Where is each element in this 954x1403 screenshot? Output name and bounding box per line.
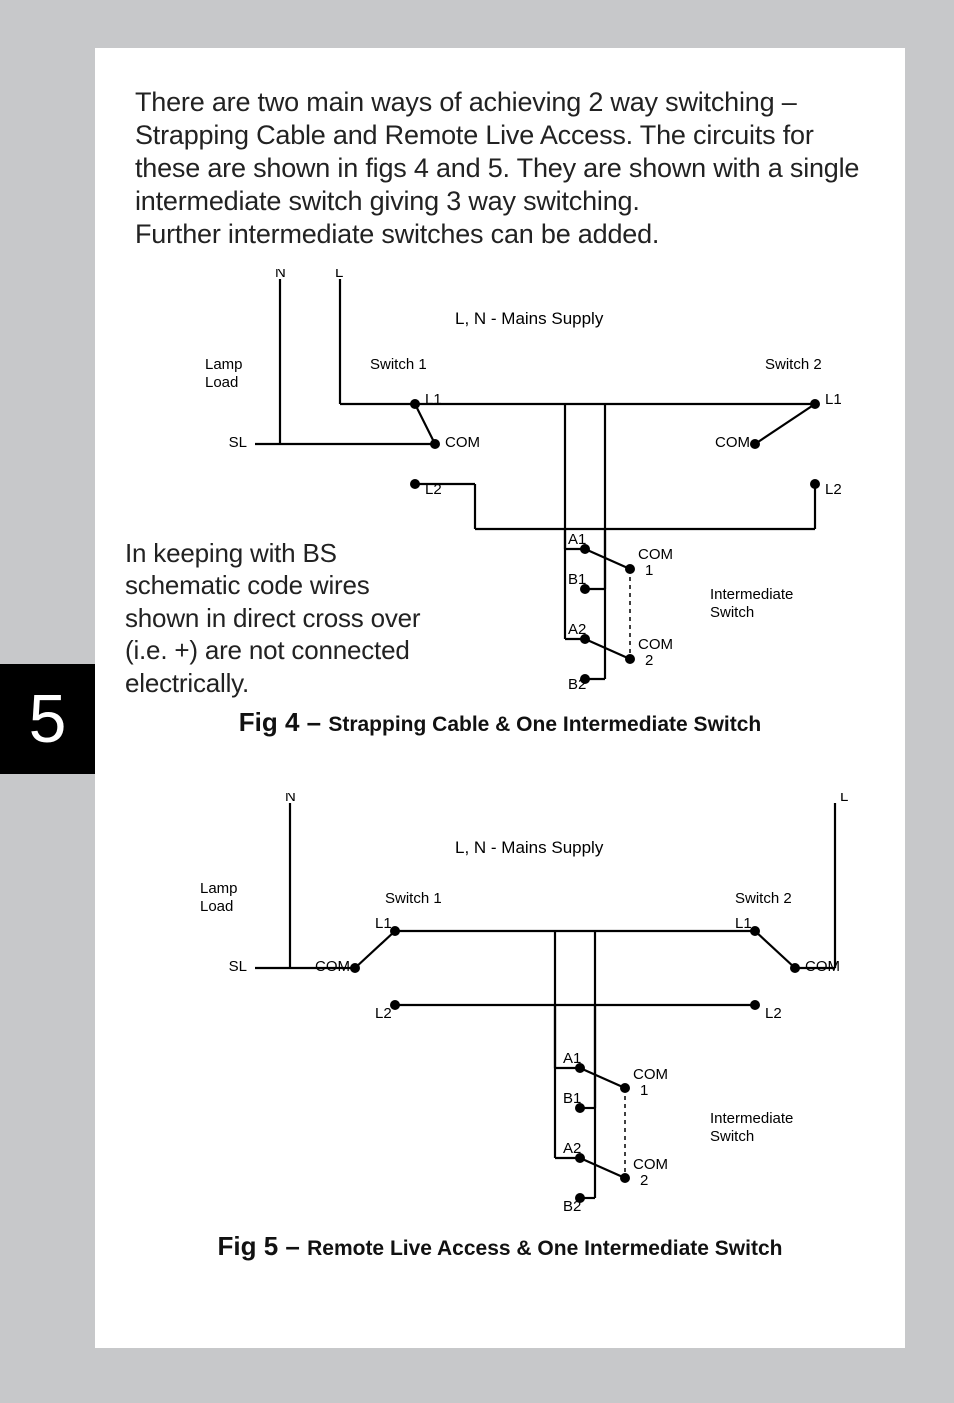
intro-text: There are two main ways of achieving 2 w… bbox=[135, 86, 865, 251]
svg-text:COM: COM bbox=[633, 1156, 668, 1173]
svg-text:N: N bbox=[285, 793, 296, 805]
svg-text:Switch 2: Switch 2 bbox=[765, 356, 822, 373]
page-number-tab: 5 bbox=[0, 664, 95, 774]
svg-text:L2: L2 bbox=[765, 1005, 782, 1022]
svg-text:B1: B1 bbox=[563, 1090, 581, 1107]
svg-text:L1: L1 bbox=[735, 915, 752, 932]
svg-text:L, N - Mains Supply: L, N - Mains Supply bbox=[455, 838, 604, 857]
figure-5-svg: N L L, N - Mains Supply Lamp Load SL Swi… bbox=[135, 793, 865, 1223]
svg-text:COM: COM bbox=[445, 434, 480, 451]
fig5-lead: Fig 5 – bbox=[218, 1231, 308, 1261]
fig5-rest: Remote Live Access & One Intermediate Sw… bbox=[307, 1237, 782, 1260]
page-content: There are two main ways of achieving 2 w… bbox=[95, 48, 905, 1348]
paragraph-1: There are two main ways of achieving 2 w… bbox=[135, 86, 865, 218]
svg-text:L1: L1 bbox=[425, 391, 442, 408]
svg-text:Lamp: Lamp bbox=[200, 880, 238, 897]
figure-5: N L L, N - Mains Supply Lamp Load SL Swi… bbox=[135, 793, 865, 1223]
svg-text:SL: SL bbox=[229, 958, 247, 975]
svg-text:N: N bbox=[275, 269, 286, 281]
svg-text:A1: A1 bbox=[563, 1050, 581, 1067]
svg-text:L, N - Mains Supply: L, N - Mains Supply bbox=[455, 309, 604, 328]
svg-text:COM: COM bbox=[315, 958, 350, 975]
schematic-note: In keeping with BS schematic code wires … bbox=[125, 537, 425, 700]
svg-text:2: 2 bbox=[640, 1172, 648, 1189]
svg-text:Switch: Switch bbox=[710, 1128, 754, 1145]
svg-text:L1: L1 bbox=[825, 391, 842, 408]
svg-text:COM: COM bbox=[805, 958, 840, 975]
svg-text:COM: COM bbox=[633, 1066, 668, 1083]
svg-text:Load: Load bbox=[200, 898, 233, 915]
svg-text:COM: COM bbox=[715, 434, 750, 451]
svg-text:B2: B2 bbox=[563, 1198, 581, 1215]
svg-text:Lamp: Lamp bbox=[205, 356, 243, 373]
svg-text:B2: B2 bbox=[568, 676, 586, 693]
svg-text:1: 1 bbox=[645, 562, 653, 579]
svg-text:L2: L2 bbox=[375, 1005, 392, 1022]
svg-text:L: L bbox=[840, 793, 848, 805]
fig4-lead: Fig 4 – bbox=[239, 707, 329, 737]
svg-text:A2: A2 bbox=[563, 1140, 581, 1157]
svg-text:L2: L2 bbox=[825, 481, 842, 498]
svg-text:Switch 1: Switch 1 bbox=[370, 356, 427, 373]
svg-text:SL: SL bbox=[229, 434, 247, 451]
svg-text:L1: L1 bbox=[375, 915, 392, 932]
svg-text:Switch: Switch bbox=[710, 604, 754, 621]
figure-4: N L L, N - Mains Supply Lamp Load SL Swi… bbox=[135, 269, 865, 699]
svg-text:L: L bbox=[335, 269, 343, 281]
svg-text:Switch 2: Switch 2 bbox=[735, 890, 792, 907]
svg-text:2: 2 bbox=[645, 652, 653, 669]
svg-text:A1: A1 bbox=[568, 531, 586, 548]
paragraph-2: Further intermediate switches can be add… bbox=[135, 218, 865, 251]
page-number: 5 bbox=[29, 680, 67, 758]
svg-text:Load: Load bbox=[205, 374, 238, 391]
svg-text:A2: A2 bbox=[568, 621, 586, 638]
svg-text:1: 1 bbox=[640, 1082, 648, 1099]
svg-text:Intermediate: Intermediate bbox=[710, 1110, 793, 1127]
svg-text:B1: B1 bbox=[568, 571, 586, 588]
svg-text:Switch 1: Switch 1 bbox=[385, 890, 442, 907]
svg-text:Intermediate: Intermediate bbox=[710, 586, 793, 603]
svg-text:COM: COM bbox=[638, 546, 673, 563]
figure-4-caption: Fig 4 – Strapping Cable & One Intermedia… bbox=[135, 707, 865, 738]
figure-5-caption: Fig 5 – Remote Live Access & One Interme… bbox=[135, 1231, 865, 1262]
svg-text:COM: COM bbox=[638, 636, 673, 653]
fig4-rest: Strapping Cable & One Intermediate Switc… bbox=[328, 713, 761, 736]
